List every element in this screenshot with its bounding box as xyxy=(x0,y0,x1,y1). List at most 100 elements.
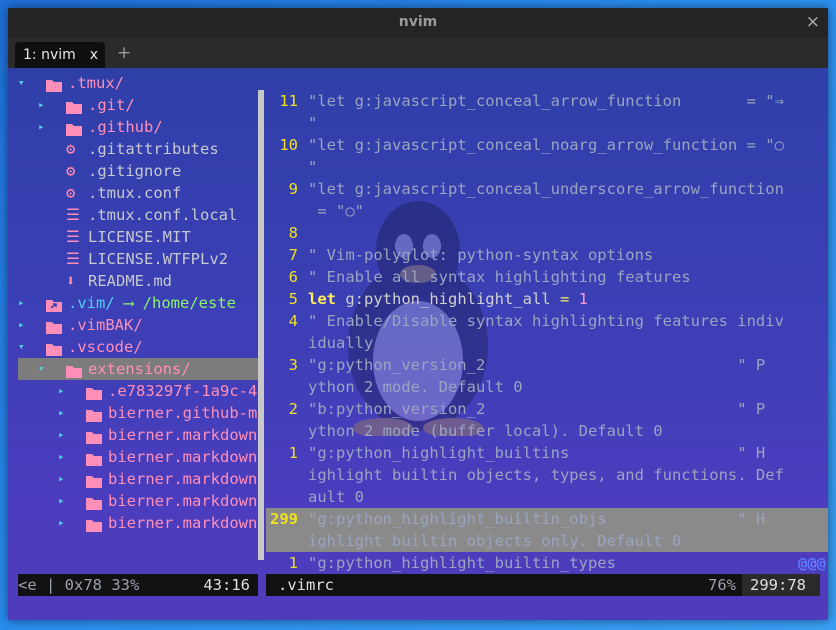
code-line[interactable]: 4 " Enable/Disable syntax highlighting fe… xyxy=(266,310,828,332)
tree-item[interactable]: ▸ bierner.markdown xyxy=(8,424,258,446)
code-text: "g:python_highlight_builtin_objs " H xyxy=(308,510,766,528)
tree-item-label: .gitattributes xyxy=(88,140,219,158)
close-icon[interactable]: × xyxy=(806,12,820,32)
tab-nvim[interactable]: 1: nvim x xyxy=(15,42,105,68)
tree-item-label: .git/ xyxy=(88,96,135,114)
tree-item[interactable]: ▸ bierner.github-m xyxy=(8,402,258,424)
collapsed-arrow-icon[interactable]: ▸ xyxy=(18,314,25,336)
tree-item[interactable]: ☰ LICENSE.MIT xyxy=(8,226,258,248)
tree-item[interactable]: ☰ .tmux.conf.local xyxy=(8,204,258,226)
file-tree[interactable]: ▾ .tmux/ ▸ .git/ ▸ .github/ ⚙ .gitattributes ⚙ .g… xyxy=(8,68,258,568)
code-line[interactable]: ython 2 mode. Default 0 xyxy=(266,376,828,398)
code-line[interactable]: " xyxy=(266,112,828,134)
collapsed-arrow-icon[interactable]: ▸ xyxy=(38,94,45,116)
tree-item[interactable]: ⚙ .tmux.conf xyxy=(8,182,258,204)
line-number: 3 xyxy=(288,356,298,374)
tree-item[interactable]: ▸ bierner.markdown xyxy=(8,468,258,490)
code-line[interactable]: 8 xyxy=(266,222,828,244)
buffer-filename: .vimrc xyxy=(278,576,334,594)
collapsed-arrow-icon[interactable]: ▸ xyxy=(58,402,65,424)
collapsed-arrow-icon[interactable]: ▸ xyxy=(58,424,65,446)
code-line[interactable]: 6 " Enable all syntax highlighting featur… xyxy=(266,266,828,288)
split-divider[interactable] xyxy=(258,90,264,560)
code-line[interactable]: 10 "let g:javascript_conceal_noarg_arrow_… xyxy=(266,134,828,156)
lines-icon: ☰ xyxy=(66,228,80,246)
collapsed-arrow-icon[interactable]: ▸ xyxy=(58,512,65,534)
code-text: idually xyxy=(308,334,374,352)
code-line[interactable]: 3 "g:python_version_2 " P xyxy=(266,354,828,376)
code-text: " xyxy=(308,114,318,132)
gear-icon: ⚙ xyxy=(66,162,76,180)
code-text: "b:python_version_2 " P xyxy=(308,400,766,418)
collapsed-arrow-icon[interactable]: ▸ xyxy=(58,380,65,402)
gear-icon: ⚙ xyxy=(66,184,76,202)
code-text: " Enable/Disable syntax highlighting fea… xyxy=(308,312,784,330)
code-line[interactable]: 11 "let g:javascript_conceal_arrow_functi… xyxy=(266,90,828,112)
tree-item[interactable]: ▾ .tmux/ xyxy=(8,72,258,94)
tab-label: 1: nvim xyxy=(23,47,76,63)
tree-item-label: bierner.markdown xyxy=(108,448,258,466)
new-tab-button[interactable]: + xyxy=(117,43,131,63)
collapsed-arrow-icon[interactable]: ▸ xyxy=(38,116,45,138)
code-line[interactable]: ault 0 xyxy=(266,486,828,508)
tree-item-label: .tmux.conf xyxy=(88,184,182,202)
line-number: 7 xyxy=(288,246,298,264)
buffer-status: .vimrc 76% 299:78 xyxy=(266,574,820,596)
code-line[interactable]: 299 "g:python_highlight_builtin_objs " H xyxy=(266,508,828,530)
tree-item[interactable]: ▸ bierner.markdown xyxy=(8,446,258,468)
code-line[interactable]: ighlight builtin objects, types, and fun… xyxy=(266,464,828,486)
line-number: 8 xyxy=(288,224,298,242)
tree-item[interactable]: ▾ .vscode/ xyxy=(8,336,258,358)
collapsed-arrow-icon[interactable]: ▸ xyxy=(58,446,65,468)
code-text: "let g:javascript_conceal_underscore_arr… xyxy=(308,180,784,198)
line-number: 299 xyxy=(270,510,298,528)
tree-item[interactable]: ▸ bierner.markdown xyxy=(8,490,258,512)
code-line[interactable]: 2 "b:python_version_2 " P xyxy=(266,398,828,420)
buffer-percent: 76% xyxy=(708,576,736,594)
collapsed-arrow-icon[interactable]: ▸ xyxy=(58,468,65,490)
tree-item[interactable]: ▸ .vimBAK/ xyxy=(8,314,258,336)
terminal-content[interactable]: ▾ .tmux/ ▸ .git/ ▸ .github/ ⚙ .gitattributes ⚙ .g… xyxy=(8,68,828,620)
code-line[interactable]: 1 "g:python_highlight_builtins " H xyxy=(266,442,828,464)
tree-item[interactable]: ▸ .github/ xyxy=(8,116,258,138)
folder-icon xyxy=(86,516,102,534)
code-line[interactable]: 1 "g:python_highlight_builtin_types @@@ xyxy=(266,552,828,574)
tree-item[interactable]: ☰ LICENSE.WTFPLv2 xyxy=(8,248,258,270)
tree-status-position: 43:16 xyxy=(203,574,250,596)
collapsed-arrow-icon[interactable]: ▸ xyxy=(18,292,25,314)
tree-item[interactable]: ▸ .e783297f-1a9c-4 xyxy=(8,380,258,402)
tree-item-label: .vscode/ xyxy=(68,338,143,356)
code-line[interactable]: = "○" xyxy=(266,200,828,222)
code-line[interactable]: 5 let g:python_highlight_all = 1 xyxy=(266,288,828,310)
expanded-arrow-icon[interactable]: ▾ xyxy=(18,336,25,358)
tree-item[interactable]: ▸ .vim/ ⟶ /home/este xyxy=(8,292,258,314)
line-number: 1 xyxy=(288,554,298,572)
code-text: = "○" xyxy=(308,202,364,220)
truncation-marker: @@@ xyxy=(798,554,826,572)
code-line[interactable]: ython 2 mode (buffer local). Default 0 xyxy=(266,420,828,442)
code-line[interactable]: 7 " Vim-polyglot: python-syntax options xyxy=(266,244,828,266)
title-bar[interactable]: nvim × xyxy=(8,8,828,38)
expanded-arrow-icon[interactable]: ▾ xyxy=(38,358,45,380)
tree-item-label: LICENSE.WTFPLv2 xyxy=(88,250,228,268)
code-text: "g:python_version_2 " P xyxy=(308,356,766,374)
code-line[interactable]: " xyxy=(266,156,828,178)
tree-item-label: bierner.github-m xyxy=(108,404,258,422)
collapsed-arrow-icon[interactable]: ▸ xyxy=(58,490,65,512)
line-number: 5 xyxy=(288,290,298,308)
tree-item[interactable]: ⚙ .gitattributes xyxy=(8,138,258,160)
code-line[interactable]: 9 "let g:javascript_conceal_underscore_ar… xyxy=(266,178,828,200)
tree-item[interactable]: ▸ .git/ xyxy=(8,94,258,116)
code-line[interactable]: ighlight builtin objects only. Default 0 xyxy=(266,530,828,552)
editor-buffer[interactable]: 11 "let g:javascript_conceal_arrow_functi… xyxy=(266,90,828,572)
folder-icon xyxy=(86,428,102,446)
tree-item[interactable]: ⚙ .gitignore xyxy=(8,160,258,182)
code-line[interactable]: idually xyxy=(266,332,828,354)
line-number: 1 xyxy=(288,444,298,462)
tree-item[interactable]: ⬇ README.md xyxy=(8,270,258,292)
tree-item[interactable]: ▾ extensions/ xyxy=(18,358,258,380)
tab-close-icon[interactable]: x xyxy=(90,47,98,63)
tree-item-label: bierner.markdown xyxy=(108,470,258,488)
tree-item[interactable]: ▸ bierner.markdown xyxy=(8,512,258,534)
expanded-arrow-icon[interactable]: ▾ xyxy=(18,72,25,94)
